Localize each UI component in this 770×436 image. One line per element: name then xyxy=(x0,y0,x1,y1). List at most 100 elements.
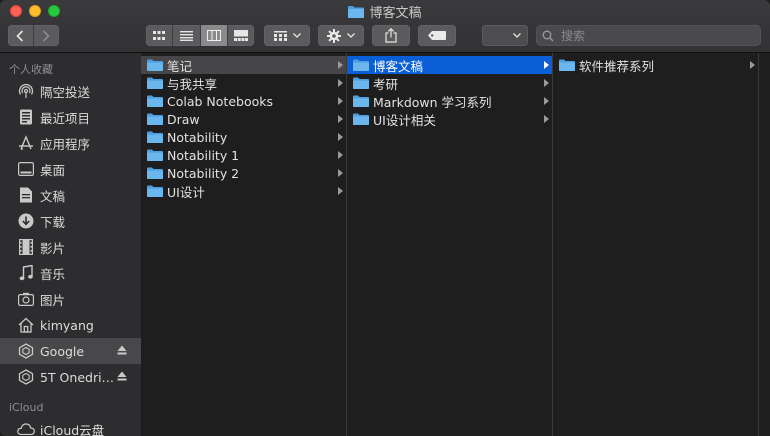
list-view-button[interactable] xyxy=(173,25,201,46)
favorites-header: 个人收藏 xyxy=(9,63,53,76)
folder-row[interactable]: Notability 1 xyxy=(141,146,346,164)
drive-icon xyxy=(17,342,35,360)
folder-icon xyxy=(353,113,369,125)
chevron-right-icon xyxy=(338,169,343,177)
eject-icon[interactable] xyxy=(117,371,127,381)
folder-icon xyxy=(147,113,163,125)
chevron-right-icon xyxy=(750,61,755,69)
folder-name: 笔记 xyxy=(167,58,193,74)
sidebar-item-label: Google xyxy=(40,343,85,359)
group-grid-icon xyxy=(273,30,287,41)
folder-row[interactable]: Colab Notebooks xyxy=(141,92,346,110)
icon-view-button[interactable] xyxy=(146,25,174,46)
folder-icon xyxy=(147,59,163,71)
search-field[interactable] xyxy=(536,25,761,46)
folder-name: 博客文稿 xyxy=(373,58,424,74)
downloads-icon xyxy=(17,212,35,230)
action-menu-button[interactable] xyxy=(318,25,364,46)
folder-name: Colab Notebooks xyxy=(167,93,273,109)
folder-row[interactable]: Notability xyxy=(141,128,346,146)
desktop-icon xyxy=(17,160,35,178)
chevron-right-icon xyxy=(544,61,549,69)
browser-column-3: 软件推荐系列 xyxy=(553,53,759,436)
sidebar-item-google[interactable]: Google xyxy=(0,338,141,364)
share-button[interactable] xyxy=(372,25,410,46)
folder-icon xyxy=(353,59,369,71)
chevron-right-icon xyxy=(544,115,549,123)
group-by-button[interactable] xyxy=(264,25,310,46)
sidebar-item-label: 文稿 xyxy=(40,188,66,204)
chevron-down-icon xyxy=(513,33,521,38)
folder-row[interactable]: Draw xyxy=(141,110,346,128)
back-button[interactable] xyxy=(8,25,34,46)
search-icon xyxy=(542,30,554,41)
folder-row[interactable]: Markdown 学习系列 xyxy=(347,92,552,110)
folder-name: 与我共享 xyxy=(167,76,218,92)
sidebar-item-onedrive[interactable]: 5T Onedri… xyxy=(0,364,141,390)
grid-icon xyxy=(153,30,166,40)
eject-icon[interactable] xyxy=(117,345,127,355)
folder-name: UI设计 xyxy=(167,184,205,200)
folder-row[interactable]: 与我共享 xyxy=(141,74,346,92)
sidebar-item-music[interactable]: 音乐 xyxy=(0,260,141,286)
drive-icon xyxy=(17,368,35,386)
folder-row[interactable]: 软件推荐系列 xyxy=(553,56,758,74)
folder-icon xyxy=(353,77,369,89)
folder-row[interactable]: 博客文稿 xyxy=(347,56,552,74)
sidebar-item-label: 音乐 xyxy=(40,266,66,282)
browser-column-2: 博客文稿 考研 Markdown 学习系列 UI设计相关 xyxy=(347,53,553,436)
columns-icon xyxy=(206,30,221,41)
path-dropdown-button[interactable] xyxy=(482,25,528,46)
sidebar-item-label: 隔空投送 xyxy=(40,84,91,100)
sidebar-item-label: 最近项目 xyxy=(40,110,91,126)
sidebar-item-label: 应用程序 xyxy=(40,136,91,152)
sidebar-item-pictures[interactable]: 图片 xyxy=(0,286,141,312)
pictures-icon xyxy=(17,290,35,308)
folder-icon xyxy=(147,95,163,107)
sidebar-item-icloud-drive[interactable]: iCloud云盘 xyxy=(0,416,141,436)
folder-row[interactable]: 笔记 xyxy=(141,56,346,74)
chevron-right-icon xyxy=(338,97,343,105)
sidebar-item-label: 5T Onedri… xyxy=(40,369,115,385)
sidebar-item-label: 桌面 xyxy=(40,162,66,178)
search-input[interactable] xyxy=(559,27,743,44)
sidebar-item-label: 图片 xyxy=(40,292,66,308)
chevron-right-icon xyxy=(338,79,343,87)
share-icon xyxy=(385,28,397,43)
chevron-right-icon xyxy=(544,79,549,87)
chevron-right-icon xyxy=(43,29,50,42)
chevron-right-icon xyxy=(338,133,343,141)
sidebar-item-applications[interactable]: 应用程序 xyxy=(0,130,141,156)
movies-icon xyxy=(17,238,35,256)
view-mode-segment xyxy=(146,25,254,46)
folder-row[interactable]: 考研 xyxy=(347,74,552,92)
folder-icon xyxy=(348,5,365,18)
tags-button[interactable] xyxy=(418,25,456,46)
airdrop-icon xyxy=(17,82,35,100)
sidebar-item-airdrop[interactable]: 隔空投送 xyxy=(0,78,141,104)
forward-button[interactable] xyxy=(34,25,59,46)
sidebar-item-desktop[interactable]: 桌面 xyxy=(0,156,141,182)
sidebar-item-documents[interactable]: 文稿 xyxy=(0,182,141,208)
sidebar-item-recents[interactable]: 最近项目 xyxy=(0,104,141,130)
sidebar-item-label: 下载 xyxy=(40,214,66,230)
folder-name: 软件推荐系列 xyxy=(579,58,655,74)
folder-row[interactable]: Notability 2 xyxy=(141,164,346,182)
column-view-button[interactable] xyxy=(200,25,228,46)
sidebar-item-home[interactable]: kimyang xyxy=(0,312,141,338)
icloud-header: iCloud xyxy=(9,401,44,414)
folder-name: Notability 2 xyxy=(167,165,240,181)
sidebar-item-movies[interactable]: 影片 xyxy=(0,234,141,260)
sidebar-item-downloads[interactable]: 下载 xyxy=(0,208,141,234)
sidebar-item-label: 影片 xyxy=(40,240,66,256)
music-icon xyxy=(17,264,35,282)
folder-row[interactable]: UI设计 xyxy=(141,182,346,200)
folder-row[interactable]: UI设计相关 xyxy=(347,110,552,128)
chevron-right-icon xyxy=(338,61,343,69)
gallery-view-button[interactable] xyxy=(228,25,254,46)
recents-icon xyxy=(17,108,35,126)
folder-icon xyxy=(147,185,163,197)
gear-icon xyxy=(327,28,341,43)
tag-icon xyxy=(428,31,446,40)
window-title: 博客文稿 xyxy=(0,2,770,21)
